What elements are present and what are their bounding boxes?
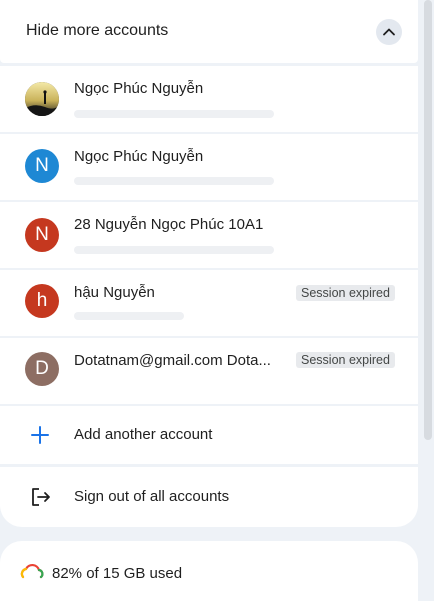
account-name: hậu Nguyễn (74, 284, 155, 301)
avatar-letter: N (35, 155, 49, 176)
plus-icon (31, 426, 49, 444)
collapse-button[interactable] (376, 19, 402, 45)
avatar: N (25, 218, 59, 252)
status-badge: Session expired (296, 285, 395, 301)
account-name: Dotatnam@gmail.com Dota... (74, 352, 271, 369)
storage-card[interactable]: 82% of 15 GB used (0, 541, 418, 601)
avatar-letter: h (36, 290, 48, 311)
account-item[interactable]: N Ngọc Phúc Nguyễn (0, 134, 418, 200)
account-item[interactable]: h hậu Nguyễn Session expired (0, 270, 418, 336)
account-email-redacted (74, 312, 184, 320)
account-item[interactable]: Ngọc Phúc Nguyễn (0, 66, 418, 132)
sign-out-icon (32, 488, 50, 506)
chevron-up-icon (383, 28, 395, 36)
account-switcher-panel: Hide more accounts Ngọc Phúc Nguyễn N Ng… (0, 0, 418, 527)
hide-accounts-header[interactable]: Hide more accounts (0, 0, 418, 63)
avatar-letter: D (35, 358, 49, 379)
account-item[interactable]: N 28 Nguyễn Ngọc Phúc 10A1 (0, 202, 418, 268)
avatar: D (25, 352, 59, 386)
account-email-redacted (74, 110, 274, 118)
account-name: 28 Nguyễn Ngọc Phúc 10A1 (74, 216, 264, 233)
avatar (25, 82, 59, 116)
account-item[interactable]: D Dotatnam@gmail.com Dota... Session exp… (0, 338, 418, 404)
sign-out-all-label: Sign out of all accounts (74, 488, 230, 505)
storage-usage-text: 82% of 15 GB used (52, 565, 183, 582)
profile-photo-icon (25, 82, 59, 116)
account-name: Ngọc Phúc Nguyễn (74, 148, 204, 165)
account-email-redacted (74, 246, 274, 254)
status-badge: Session expired (296, 352, 395, 368)
sign-out-all-button[interactable]: Sign out of all accounts (0, 467, 418, 527)
avatar: h (25, 284, 59, 318)
avatar: N (25, 149, 59, 183)
hide-accounts-label: Hide more accounts (26, 22, 169, 39)
account-email-redacted (74, 177, 274, 185)
account-name: Ngọc Phúc Nguyễn (74, 80, 204, 97)
scrollbar[interactable] (424, 0, 432, 440)
cloud-storage-icon (20, 563, 44, 579)
avatar-letter: N (35, 224, 49, 245)
add-account-button[interactable]: Add another account (0, 406, 418, 464)
add-account-label: Add another account (74, 426, 213, 443)
